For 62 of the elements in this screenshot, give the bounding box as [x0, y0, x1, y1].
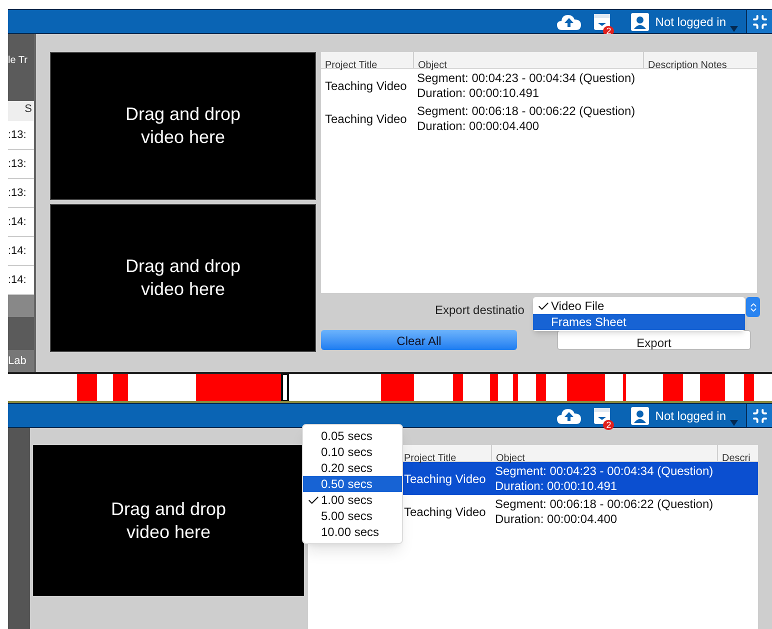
background-cell: :13:	[8, 121, 34, 150]
table-cell-text: Duration: 00:00:10.491	[495, 478, 618, 494]
background-cell: :14:	[8, 237, 34, 266]
menu-item[interactable]: 5.00 secs	[303, 508, 402, 524]
table-row[interactable]: Teaching Video Segment: 00:04:23 - 00:04:34 (Question) Duration: 00:00:10.491	[321, 69, 757, 102]
column-header[interactable]: Project Title	[325, 60, 378, 71]
video-drop-area[interactable]: Drag and drop video here	[50, 52, 316, 200]
video-drop-area[interactable]: Drag and drop video here	[33, 445, 304, 596]
table-row[interactable]: Teaching Video Segment: 00:06:18 - 00:06:22 (Question) Duration: 00:00:04.400	[321, 102, 757, 135]
video-drop-area[interactable]: Drag and drop video here	[50, 204, 316, 352]
menu-item[interactable]: 10.00 secs	[303, 524, 402, 540]
table-cell: Teaching Video	[325, 78, 407, 92]
table-cell-text: Duration: 00:00:04.400	[495, 512, 618, 526]
check-icon	[307, 494, 320, 506]
menu-item[interactable]: 0.10 secs	[303, 444, 402, 460]
background-scrollbar	[8, 295, 34, 317]
menu-item[interactable]: 1.00 secs	[303, 492, 402, 508]
menu-item[interactable]: 0.05 secs	[303, 428, 402, 444]
column-header[interactable]: Object	[418, 60, 447, 71]
menu-item[interactable]: Video File	[533, 298, 745, 314]
background-cell: :13:	[8, 179, 34, 208]
background-cell: :14:	[8, 208, 34, 237]
cloud-upload-icon[interactable]	[557, 14, 582, 30]
dropdown-caret-icon[interactable]	[730, 26, 738, 32]
column-header[interactable]: Description Notes	[648, 60, 727, 71]
collapse-icon	[752, 408, 768, 424]
table-cell-text: Duration: 00:00:10.491	[417, 86, 540, 100]
login-status[interactable]: Not logged in	[655, 406, 726, 424]
table-cell: Segment: 00:06:18 - 00:06:22 (Question)	[417, 104, 636, 118]
drop-hint: Drag and drop video here	[124, 103, 242, 149]
table-cell: Segment: 00:04:23 - 00:04:34 (Question)	[417, 70, 636, 86]
table-cell: Teaching Video	[404, 504, 486, 518]
check-icon	[537, 300, 550, 312]
background-label: Lab	[8, 350, 34, 372]
column-header[interactable]: Object	[496, 453, 525, 464]
table-cell: Segment: 00:06:18 - 00:06:22 (Question)	[495, 496, 714, 512]
background-cell: :13:	[8, 150, 34, 179]
table-cell-text: Duration: 00:00:04.400	[417, 118, 540, 134]
collapse-button[interactable]	[746, 10, 772, 33]
login-status[interactable]: Not logged in	[655, 12, 726, 30]
table-cell: Segment: 00:04:23 - 00:04:34 (Question)	[495, 464, 714, 478]
menu-item[interactable]: 0.50 secs	[303, 476, 402, 492]
collapse-button[interactable]	[746, 404, 772, 427]
export-destination-label: Export destinatio	[435, 302, 524, 319]
background-column-header: S	[8, 101, 34, 121]
column-header[interactable]: Project Title	[404, 453, 456, 464]
cloud-upload-icon[interactable]	[557, 408, 582, 424]
table-cell: Teaching Video	[325, 112, 407, 126]
user-icon[interactable]	[631, 406, 650, 424]
menu-item[interactable]: Frames Sheet	[533, 314, 745, 330]
background-cell: :14:	[8, 266, 34, 295]
column-header[interactable]: Descri	[722, 453, 750, 464]
clear-all-button[interactable]: Clear All	[321, 330, 517, 350]
collapse-icon	[752, 14, 768, 30]
drop-hint: Drag and drop video here	[124, 255, 242, 301]
export-button[interactable]: Export	[557, 330, 751, 350]
background-title: le Tr	[8, 54, 28, 68]
stepper-button[interactable]	[746, 297, 760, 317]
table-cell: Teaching Video	[404, 472, 486, 486]
dropdown-caret-icon[interactable]	[730, 420, 738, 426]
drop-hint: Drag and drop video here	[110, 498, 228, 544]
user-icon[interactable]	[631, 12, 650, 30]
